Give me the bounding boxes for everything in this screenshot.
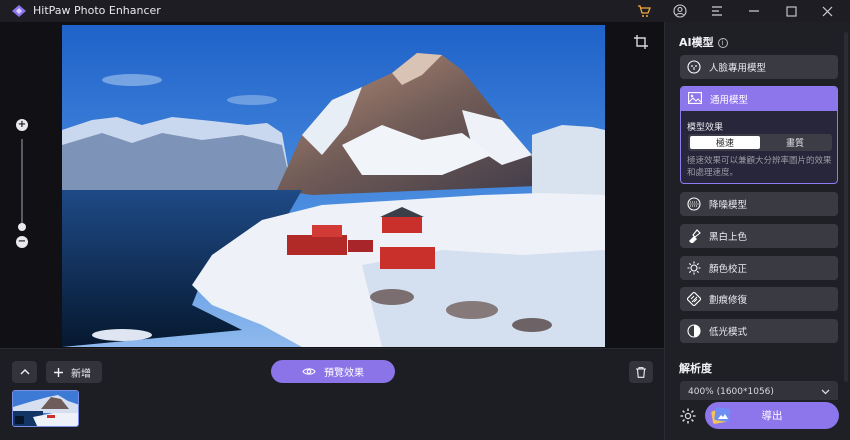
export-image-icon xyxy=(711,407,731,424)
crop-icon[interactable] xyxy=(634,35,650,51)
denoise-icon xyxy=(687,197,701,211)
model-scratch-label: 劃痕修復 xyxy=(709,295,748,306)
add-button[interactable]: 新增 xyxy=(46,361,102,383)
effect-label: 模型效果 xyxy=(687,123,724,133)
model-general-card[interactable]: 通用模型 模型效果 極速 畫質 極速效果可以兼顧大分辨率圖片的效果和處理速度。 xyxy=(680,86,838,184)
export-button[interactable]: 導出 xyxy=(705,402,839,429)
panel-footer: 導出 xyxy=(665,400,850,440)
info-icon[interactable]: i xyxy=(717,38,728,48)
colorize-icon xyxy=(687,229,701,243)
resolution-value: 400% (1600*1056) xyxy=(688,387,774,397)
add-label: 新增 xyxy=(71,368,91,380)
preview-button[interactable]: 預覽效果 xyxy=(271,360,395,383)
image-badge-icon xyxy=(15,416,24,424)
chevron-up-icon xyxy=(20,369,29,375)
preview-photo[interactable] xyxy=(62,25,605,347)
face-icon xyxy=(687,60,701,74)
ai-model-title: AI模型 xyxy=(679,36,714,49)
model-general-label: 通用模型 xyxy=(710,95,749,106)
model-face-label: 人臉專用模型 xyxy=(709,63,767,74)
effect-description: 極速效果可以兼顧大分辨率圖片的效果和處理速度。 xyxy=(687,156,832,178)
plus-icon xyxy=(54,367,63,377)
resolution-heading: 解析度 xyxy=(679,362,712,375)
eye-icon xyxy=(302,368,316,375)
app-title: HitPaw Photo Enhancer xyxy=(33,4,161,17)
model-denoise[interactable]: 降噪模型 xyxy=(680,192,838,216)
panel-scrollbar[interactable] xyxy=(844,32,848,382)
model-color-correct-label: 顏色校正 xyxy=(709,264,748,275)
title-bar: HitPaw Photo Enhancer xyxy=(0,0,850,22)
zoom-handle[interactable] xyxy=(18,223,26,231)
model-low-light-label: 低光模式 xyxy=(709,327,748,338)
delete-button[interactable] xyxy=(629,361,653,383)
model-face[interactable]: 人臉專用模型 xyxy=(680,55,838,79)
contrast-icon xyxy=(687,324,701,338)
chevron-down-icon xyxy=(821,389,830,395)
maximize-icon[interactable] xyxy=(783,3,799,19)
settings-panel: AI模型 i 人臉專用模型 通用模型 模型效果 極速 畫質 極速效果可以兼顧大分辨… xyxy=(664,22,850,440)
collapse-button[interactable] xyxy=(12,361,37,383)
image-canvas: + − xyxy=(0,22,664,348)
zoom-in-button[interactable]: + xyxy=(16,119,28,131)
model-low-light[interactable]: 低光模式 xyxy=(680,319,838,343)
trash-icon xyxy=(636,366,646,378)
model-denoise-label: 降噪模型 xyxy=(709,200,748,211)
account-icon[interactable] xyxy=(672,3,688,19)
image-icon xyxy=(688,91,702,107)
image-thumbnail[interactable] xyxy=(12,390,79,427)
bottom-toolbar: 新增 預覽效果 xyxy=(0,348,664,440)
model-colorize[interactable]: 黑白上色 xyxy=(680,224,838,248)
zoom-out-button[interactable]: − xyxy=(16,236,28,248)
scratch-icon xyxy=(687,292,701,306)
settings-gear-icon[interactable] xyxy=(679,407,697,425)
model-color-correct[interactable]: 顏色校正 xyxy=(680,256,838,280)
effect-toggle[interactable]: 極速 畫質 xyxy=(688,134,832,151)
zoom-slider[interactable]: + − xyxy=(14,119,30,248)
sun-icon xyxy=(687,261,701,275)
model-general[interactable]: 通用模型 xyxy=(681,87,837,111)
zoom-track[interactable] xyxy=(21,139,23,225)
export-label: 導出 xyxy=(761,410,783,422)
cart-icon[interactable] xyxy=(636,3,652,19)
minimize-icon[interactable] xyxy=(746,3,762,19)
hitpaw-logo-icon xyxy=(12,5,26,17)
preview-label: 預覽效果 xyxy=(324,368,364,379)
effect-quality-option[interactable]: 畫質 xyxy=(760,136,830,149)
model-scratch-repair[interactable]: 劃痕修復 xyxy=(680,287,838,311)
menu-icon[interactable] xyxy=(709,3,725,19)
close-icon[interactable] xyxy=(819,3,835,19)
ai-model-heading: AI模型 i xyxy=(679,34,728,50)
model-colorize-label: 黑白上色 xyxy=(709,232,748,243)
workspace: + − 新增 預覽效果 xyxy=(0,22,664,440)
effect-fast-option[interactable]: 極速 xyxy=(690,136,760,149)
